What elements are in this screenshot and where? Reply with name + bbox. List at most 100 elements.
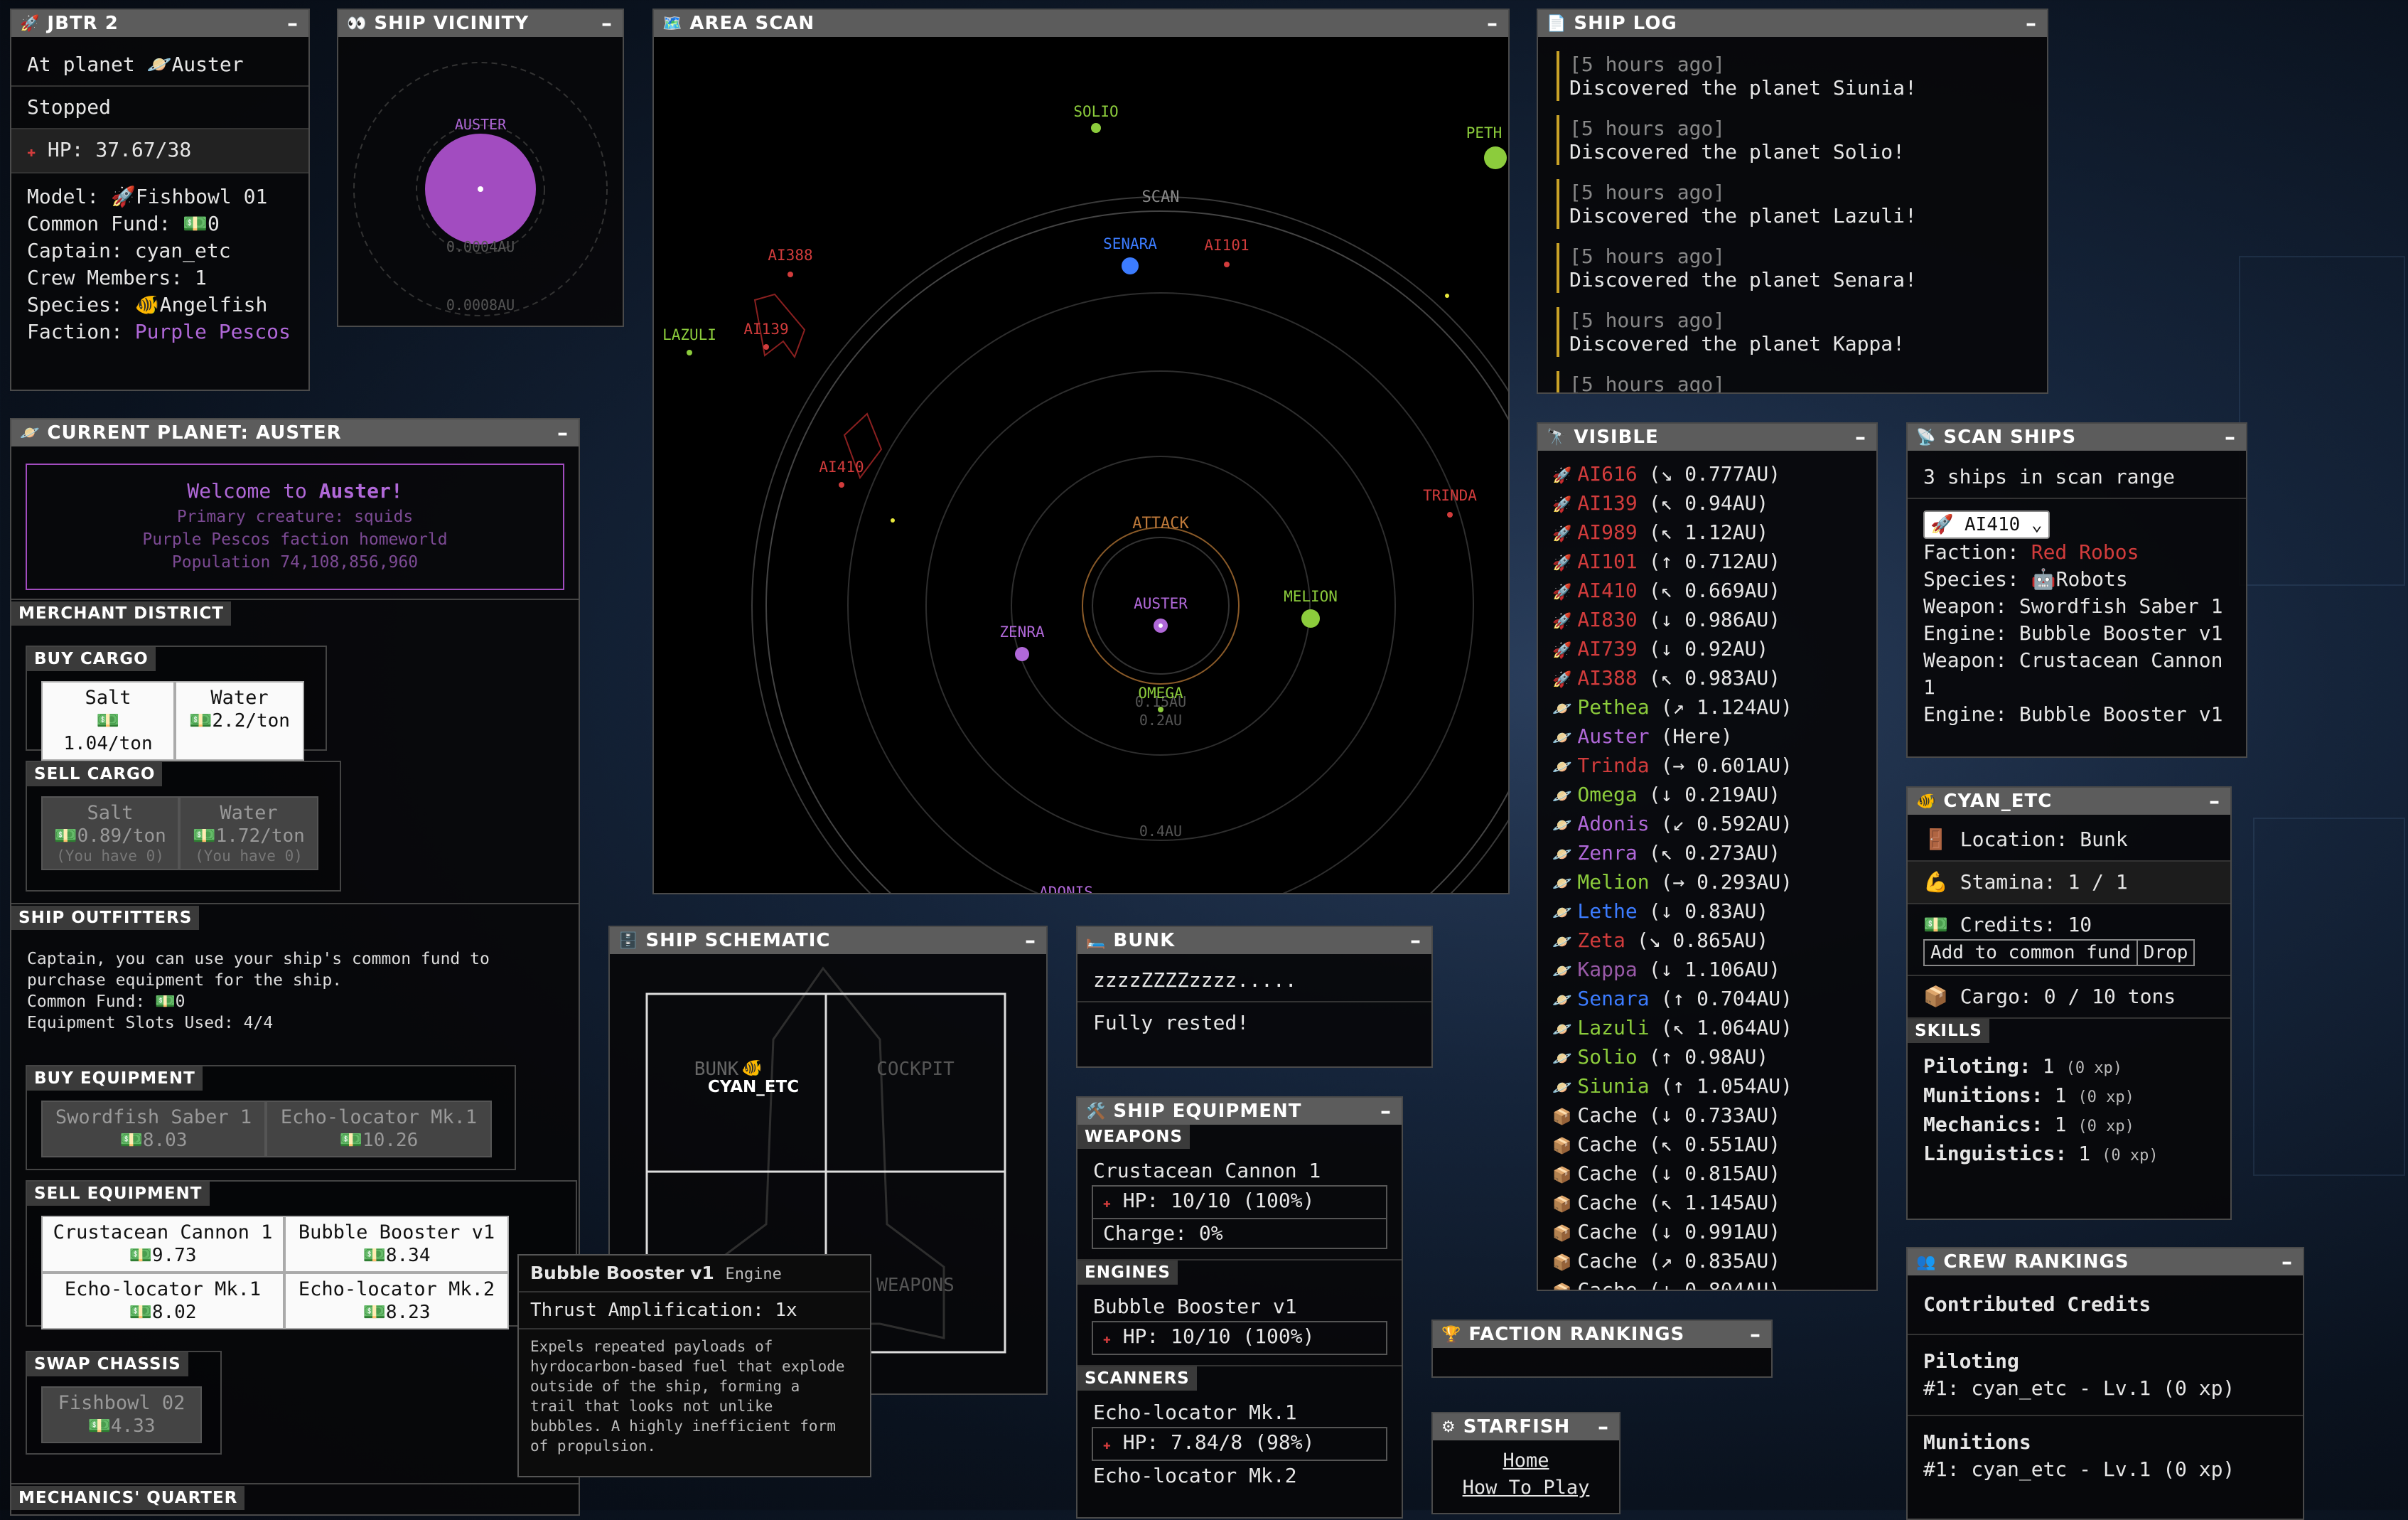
scan-body[interactable] [1224, 262, 1230, 267]
trade-button[interactable]: Swordfish Saber 1 💵8.03 [41, 1101, 266, 1157]
visible-item[interactable]: 🪐 Zenra (↖ 0.273AU) [1538, 840, 1876, 869]
visible-item[interactable]: 🚀 AI739 (↓ 0.92AU) [1538, 636, 1876, 665]
visible-item[interactable]: 🪐 Siunia (↑ 1.054AU) [1538, 1073, 1876, 1102]
how-to-play-link[interactable]: How To Play [1433, 1474, 1619, 1502]
scan-body[interactable] [1301, 609, 1320, 628]
visible-item-icon: 📦 [1552, 1138, 1572, 1155]
scan-body[interactable] [1484, 146, 1507, 169]
scan-body[interactable] [763, 344, 769, 350]
cockpit-room[interactable] [824, 992, 1006, 1173]
trade-button[interactable]: Water 💵2.2/ton [175, 681, 304, 761]
crew-member-label[interactable]: CYAN_ETC [708, 1078, 799, 1096]
visible-item[interactable]: 🪐 Lethe (↓ 0.83AU) [1538, 898, 1876, 927]
buy-cargo-box: BUY CARGO Salt 💵1.04/ton Water 💵2.2/ton [26, 646, 327, 761]
visible-item[interactable]: 🪐 Omega (↓ 0.219AU) [1538, 781, 1876, 810]
location-prefix: At planet [27, 53, 135, 76]
visible-item[interactable]: 📦 Cache (↗ 0.835AU) [1538, 1248, 1876, 1277]
visible-item[interactable]: 📦 Cache (↓ 0.733AU) [1538, 1102, 1876, 1131]
people-icon: 👥 [1916, 1253, 1937, 1271]
trade-button[interactable]: Salt 💵0.89/ton (You have 0) [41, 796, 179, 870]
visible-item[interactable]: 🚀 AI101 (↑ 0.712AU) [1538, 548, 1876, 577]
telescope-icon: 🔭 [1547, 428, 1567, 446]
minimize-button[interactable]: – [1487, 11, 1498, 36]
area-scan-map[interactable]: SCAN ATTACK 0.15AU 0.2AU 0.4AU SOLIOPETH… [654, 37, 1508, 893]
visible-item[interactable]: 🪐 Lazuli (↖ 1.064AU) [1538, 1015, 1876, 1044]
ship-vicinity-panel: 👀 SHIP VICINITY – AUSTER 0.0004AU 0.0008AU [337, 9, 624, 327]
minimize-button[interactable]: – [1380, 1099, 1392, 1124]
visible-item[interactable]: 📦 Cache (↖ 0.551AU) [1538, 1131, 1876, 1160]
log-entry: [5 hours ago] Discovered the planet Senar… [1557, 243, 2047, 293]
cache-marker[interactable] [1445, 294, 1449, 298]
minimize-button[interactable]: – [557, 421, 569, 446]
add-to-fund-button[interactable]: Add to common fund [1925, 941, 2138, 965]
welcome-prefix: Welcome to [187, 479, 307, 503]
scan-body[interactable] [1015, 647, 1029, 661]
minimize-button[interactable]: – [2225, 425, 2236, 450]
visible-item-name: Solio [1577, 1045, 1638, 1069]
trade-item-price: 💵0.89/ton [53, 825, 168, 847]
ranking-section-title: Munitions [1923, 1430, 2031, 1454]
trade-button[interactable]: Crustacean Cannon 1 💵9.73 [41, 1216, 284, 1273]
visible-item[interactable]: 🪐 Adonis (↙ 0.592AU) [1538, 810, 1876, 840]
visible-item[interactable]: 📦 Cache (↓ 0.991AU) [1538, 1219, 1876, 1248]
trade-button[interactable]: Water 💵1.72/ton (You have 0) [179, 796, 318, 870]
scan-body[interactable] [687, 350, 692, 355]
scan-body[interactable] [1091, 123, 1101, 133]
panel-title: SHIP EQUIPMENT [1113, 1101, 1302, 1122]
log-text: Discovered the planet Senara! [1569, 268, 1917, 291]
trade-button[interactable]: Echo-locator Mk.1 💵8.02 [41, 1273, 284, 1329]
visible-item[interactable]: 🪐 Pethea (↗ 1.124AU) [1538, 694, 1876, 723]
scan-body[interactable] [839, 482, 844, 488]
minimize-button[interactable]: – [2281, 1250, 2293, 1275]
minimize-button[interactable]: – [1855, 425, 1866, 450]
gear-icon: ⚙ [1441, 1418, 1456, 1436]
visible-item[interactable]: 📦 Cache (↓ 0.815AU) [1538, 1160, 1876, 1189]
visible-item[interactable]: 🚀 AI139 (↖ 0.94AU) [1538, 490, 1876, 519]
scan-body[interactable] [1447, 512, 1453, 518]
chassis-button[interactable]: Fishbowl 02 💵4.33 [41, 1386, 202, 1443]
visible-item[interactable]: 🪐 Solio (↑ 0.98AU) [1538, 1044, 1876, 1073]
visible-item-icon: 🪐 [1552, 963, 1572, 980]
visible-item[interactable]: 🪐 Zeta (↘ 0.865AU) [1538, 927, 1876, 956]
visible-item[interactable]: 🚀 AI616 (↘ 0.777AU) [1538, 461, 1876, 490]
visible-item[interactable]: 🪐 Trinda (→ 0.601AU) [1538, 752, 1876, 781]
ship-select[interactable]: 🚀 AI410 ⌄ [1923, 510, 2050, 539]
drop-button[interactable]: Drop [2138, 941, 2194, 965]
visible-item[interactable]: 🪐 Auster (Here) [1538, 723, 1876, 752]
minimize-button[interactable]: – [287, 11, 299, 36]
minimize-button[interactable]: – [1410, 928, 1421, 953]
visible-item[interactable]: 🚀 AI830 (↓ 0.986AU) [1538, 606, 1876, 636]
trade-price-value: 0.89/ton [77, 825, 166, 847]
minimize-button[interactable]: – [601, 11, 613, 36]
visible-item[interactable]: 📦 Cache (↓ 0.804AU) [1538, 1277, 1876, 1290]
trade-button[interactable]: Echo-locator Mk.2 💵8.23 [284, 1273, 509, 1329]
visible-item[interactable]: 🚀 AI410 (↖ 0.669AU) [1538, 577, 1876, 606]
crew-fish-icon[interactable]: 🐠 [741, 1058, 763, 1078]
visible-item[interactable]: 🚀 AI388 (↖ 0.983AU) [1538, 665, 1876, 694]
scan-body[interactable] [1122, 257, 1139, 274]
minimize-button[interactable]: – [2026, 11, 2037, 36]
visible-item[interactable]: 🪐 Melion (→ 0.293AU) [1538, 869, 1876, 898]
minimize-button[interactable]: – [1598, 1415, 1609, 1440]
engines-heading: ENGINES [1077, 1261, 1178, 1285]
home-link[interactable]: Home [1433, 1447, 1619, 1474]
scan-body[interactable] [788, 272, 793, 277]
skill-list: Piloting: 1 (0 xp) Munitions: 1 (0 xp) Mechani… [1908, 1043, 2230, 1179]
scan-body[interactable] [1158, 707, 1163, 712]
minimize-button[interactable]: – [2209, 789, 2220, 814]
visible-item-info: (↗ 0.835AU) [1648, 1249, 1781, 1273]
log-entry: [5 hours ago] Discovered the planet Siuni… [1557, 51, 2047, 101]
trade-button[interactable]: Salt 💵1.04/ton [41, 681, 175, 761]
cache-marker[interactable] [891, 518, 895, 523]
visible-item[interactable]: 🪐 Senara (↑ 0.704AU) [1538, 985, 1876, 1015]
trade-button[interactable]: Echo-locator Mk.1 💵10.26 [266, 1101, 492, 1157]
outfit-text-line: purchase equipment for the ship. [27, 971, 343, 990]
visible-item[interactable]: 📦 Cache (↖ 1.145AU) [1538, 1189, 1876, 1219]
trade-button[interactable]: Bubble Booster v1 💵8.34 [284, 1216, 509, 1273]
minimize-button[interactable]: – [1750, 1322, 1761, 1347]
minimize-button[interactable]: – [1025, 928, 1036, 953]
model-row: Model: 🚀Fishbowl 01 [27, 183, 293, 210]
visible-item[interactable]: 🚀 AI989 (↖ 1.12AU) [1538, 519, 1876, 548]
visible-item[interactable]: 🪐 Kappa (↓ 1.106AU) [1538, 956, 1876, 985]
scanner-name: Echo-locator Mk.1 [1093, 1401, 1297, 1424]
